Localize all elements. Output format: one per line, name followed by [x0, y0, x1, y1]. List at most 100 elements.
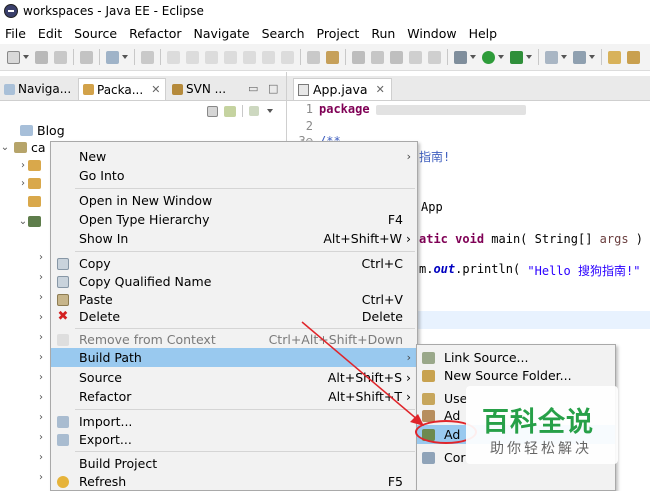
menu-item-source[interactable]: Source Alt+Shift+S ›: [51, 368, 417, 387]
submenu-item-link-source[interactable]: Link Source...: [417, 348, 615, 367]
tab-navigator[interactable]: Naviga...: [0, 78, 74, 100]
new-icon[interactable]: [7, 50, 20, 64]
menu-source[interactable]: Source: [68, 26, 123, 41]
menu-edit[interactable]: Edit: [32, 26, 68, 41]
disconnect-icon[interactable]: [224, 50, 237, 64]
menu-item-refresh[interactable]: Refresh F5: [51, 472, 417, 491]
tree-item-child[interactable]: ›: [36, 468, 46, 486]
menu-file[interactable]: File: [0, 26, 32, 41]
menu-help[interactable]: Help: [463, 26, 504, 41]
menu-item-show-in[interactable]: Show In Alt+Shift+W ›: [51, 229, 417, 248]
close-icon[interactable]: ✕: [376, 83, 385, 96]
menu-refactor[interactable]: Refactor: [123, 26, 187, 41]
maximize-icon[interactable]: □: [268, 82, 278, 95]
tree-item-child[interactable]: ›: [36, 328, 46, 346]
tree-item-child[interactable]: ›: [18, 156, 45, 174]
run-external-tools-icon[interactable]: [510, 50, 523, 64]
chevron-right-icon[interactable]: ›: [36, 432, 46, 443]
menu-item-new[interactable]: New ›: [51, 147, 417, 166]
step-return-icon[interactable]: [281, 50, 294, 64]
chevron-down-icon[interactable]: ⌄: [0, 142, 10, 153]
menu-item-build-path[interactable]: Build Path ›: [51, 348, 417, 367]
chevron-right-icon[interactable]: ›: [36, 352, 46, 363]
resume-icon[interactable]: [167, 50, 180, 64]
new-java-package-icon[interactable]: [371, 50, 384, 64]
skip-breakpoints-icon[interactable]: [141, 50, 154, 64]
chevron-down-icon[interactable]: [589, 55, 595, 59]
code-fragment[interactable]: m. out .println( "Hello 搜狗指南!": [419, 262, 640, 278]
chevron-down-icon[interactable]: [561, 55, 567, 59]
collapse-all-icon[interactable]: [207, 105, 218, 117]
code-fragment[interactable]: App: [421, 200, 443, 216]
tree-item-child[interactable]: ›: [36, 348, 46, 366]
chevron-right-icon[interactable]: ›: [36, 452, 46, 463]
menu-run[interactable]: Run: [365, 26, 401, 41]
menu-item-go-into[interactable]: Go Into: [51, 166, 417, 185]
chevron-right-icon[interactable]: ›: [36, 252, 46, 263]
tree-item-child[interactable]: ›: [36, 248, 46, 266]
tree-item-project[interactable]: ⌄ ca: [0, 138, 46, 156]
step-over-icon[interactable]: [262, 50, 275, 64]
chevron-right-icon[interactable]: ›: [36, 372, 46, 383]
menu-item-delete[interactable]: ✖ Delete Delete: [51, 307, 417, 326]
terminate-icon[interactable]: [205, 50, 218, 64]
chevron-right-icon[interactable]: ›: [36, 472, 46, 483]
tree-item-child[interactable]: ⌄: [18, 212, 45, 230]
debug-icon[interactable]: [454, 50, 467, 64]
menu-window[interactable]: Window: [401, 26, 462, 41]
console-icon[interactable]: [106, 50, 119, 64]
chevron-right-icon[interactable]: ›: [18, 178, 28, 189]
run-icon[interactable]: [482, 50, 495, 64]
open-type-icon[interactable]: [573, 50, 586, 64]
code-line[interactable]: 1 package: [287, 102, 526, 118]
suspend-icon[interactable]: [186, 50, 199, 64]
chevron-down-icon[interactable]: [470, 55, 476, 59]
tree-item-blog[interactable]: Blog: [0, 121, 65, 139]
step-into-icon[interactable]: [243, 50, 256, 64]
chevron-right-icon[interactable]: ›: [36, 332, 46, 343]
tree-item-child[interactable]: ›: [36, 388, 46, 406]
menu-item-import[interactable]: Import...: [51, 412, 417, 431]
tree-item-child[interactable]: ›: [36, 408, 46, 426]
tab-app-java[interactable]: App.java ✕: [293, 78, 392, 100]
tree-item-child[interactable]: ›: [18, 174, 45, 192]
save-all-icon[interactable]: [54, 50, 67, 64]
link-with-editor-icon[interactable]: [224, 105, 236, 117]
code-line[interactable]: 2: [287, 119, 319, 135]
tab-package-explorer[interactable]: Packa... ✕: [78, 78, 166, 100]
menu-item-copy[interactable]: Copy Ctrl+C: [51, 254, 417, 273]
close-icon[interactable]: ✕: [151, 83, 160, 96]
menu-item-remove-from-context[interactable]: Remove from Context Ctrl+Alt+Shift+Down: [51, 330, 417, 349]
chevron-down-icon[interactable]: [122, 55, 128, 59]
folder-icon[interactable]: [627, 50, 640, 64]
tree-item-child[interactable]: ›: [36, 308, 46, 326]
chevron-right-icon[interactable]: ›: [36, 292, 46, 303]
menu-project[interactable]: Project: [311, 26, 366, 41]
tree-item-child[interactable]: ›: [36, 268, 46, 286]
print-icon[interactable]: [80, 50, 93, 64]
new-enum-icon[interactable]: [428, 50, 441, 64]
tree-item-child[interactable]: ›: [36, 428, 46, 446]
chevron-down-icon[interactable]: [23, 55, 29, 59]
code-fragment[interactable]: atic void main( String[] args ): [419, 232, 643, 248]
chevron-right-icon[interactable]: ›: [36, 412, 46, 423]
menu-item-open-in-new-window[interactable]: Open in New Window: [51, 191, 417, 210]
menu-item-open-type-hierarchy[interactable]: Open Type Hierarchy F4: [51, 210, 417, 229]
open-servers-icon[interactable]: [307, 50, 320, 64]
focus-icon[interactable]: [249, 106, 259, 116]
menu-search[interactable]: Search: [256, 26, 311, 41]
submenu-item-new-source-folder[interactable]: New Source Folder...: [417, 366, 615, 385]
menu-item-export[interactable]: Export...: [51, 430, 417, 449]
chevron-right-icon[interactable]: ›: [18, 160, 28, 171]
tree-item-child[interactable]: ›: [36, 448, 46, 466]
chevron-right-icon[interactable]: ›: [36, 312, 46, 323]
menu-item-refactor[interactable]: Refactor Alt+Shift+T ›: [51, 387, 417, 406]
menu-navigate[interactable]: Navigate: [188, 26, 256, 41]
chevron-right-icon[interactable]: ›: [36, 272, 46, 283]
view-menu-icon[interactable]: [267, 109, 273, 113]
new-wizard-icon[interactable]: [352, 50, 365, 64]
minimize-icon[interactable]: ▭: [248, 82, 258, 95]
open-folder-icon[interactable]: [608, 50, 621, 64]
menu-item-copy-qualified-name[interactable]: Copy Qualified Name: [51, 272, 417, 291]
chevron-down-icon[interactable]: [526, 55, 532, 59]
